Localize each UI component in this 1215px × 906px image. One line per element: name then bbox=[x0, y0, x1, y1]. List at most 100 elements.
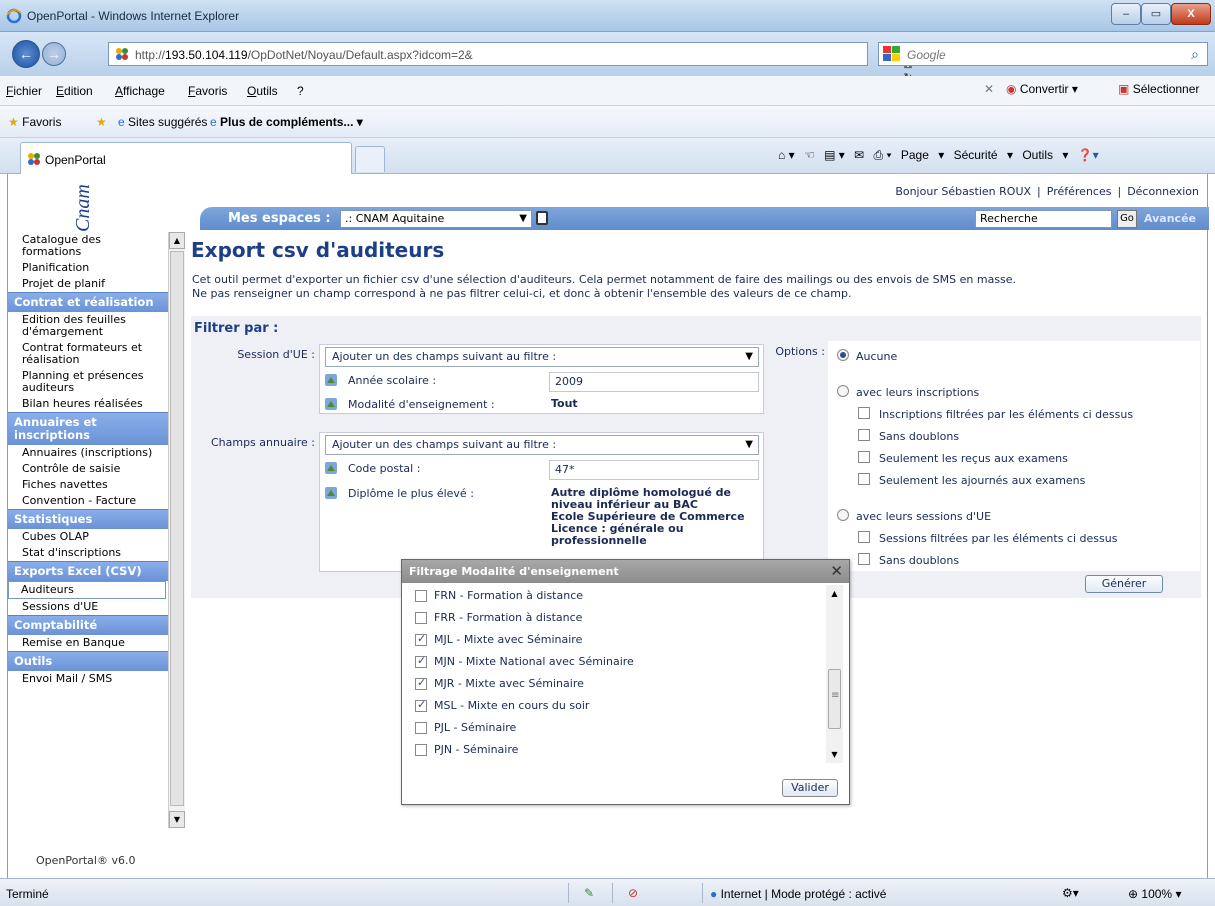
reg-nodup-checkbox[interactable] bbox=[858, 429, 870, 441]
sidebar-section[interactable]: Outils bbox=[8, 651, 168, 671]
sidebar-item[interactable]: Fiches navettes bbox=[8, 477, 168, 493]
diploma-values[interactable]: Autre diplôme homologué de niveau inféri… bbox=[551, 487, 745, 547]
sidebar-section[interactable]: Exports Excel (CSV) bbox=[8, 561, 168, 581]
option-sessions-radio[interactable] bbox=[837, 509, 849, 521]
sidebar-item[interactable]: Cubes OLAP bbox=[8, 529, 168, 545]
search-icon[interactable]: ⌕ bbox=[1191, 46, 1199, 63]
modality-checkbox[interactable] bbox=[415, 722, 427, 734]
reg-passed-checkbox[interactable] bbox=[858, 451, 870, 463]
menu-file[interactable]: Fichier bbox=[6, 84, 42, 98]
search-go-button[interactable]: Go bbox=[1117, 210, 1137, 228]
back-button[interactable]: ← bbox=[12, 40, 40, 68]
sidebar-item[interactable]: Envoi Mail / SMS bbox=[8, 671, 168, 687]
modality-checkbox[interactable] bbox=[415, 698, 427, 712]
sidebar-item[interactable]: Annuaires (inscriptions) bbox=[8, 445, 168, 461]
reg-failed-checkbox[interactable] bbox=[858, 473, 870, 485]
menu-favorites[interactable]: Favoris bbox=[188, 84, 227, 98]
menu-help[interactable]: ? bbox=[297, 84, 304, 98]
favorites-button[interactable]: ★ Favoris bbox=[8, 115, 61, 129]
add-favorite-icon[interactable]: ★ bbox=[96, 115, 107, 129]
spaces-select[interactable]: .: CNAM Aquitaine ▼ bbox=[340, 210, 532, 228]
logout-link[interactable]: Déconnexion bbox=[1127, 185, 1199, 198]
menu-edit[interactable]: Edition bbox=[56, 84, 93, 98]
security-zone[interactable]: ● Internet | Mode protégé : activé bbox=[710, 887, 886, 901]
script-icon[interactable]: ✎ bbox=[584, 886, 598, 900]
modality-list-item[interactable]: MSL - Mixte en cours du soir bbox=[409, 695, 819, 717]
close-window-button[interactable]: X bbox=[1171, 3, 1211, 25]
sidebar-item[interactable]: Bilan heures réalisées bbox=[8, 396, 168, 412]
suggested-sites-link[interactable]: e Sites suggérés bbox=[118, 115, 207, 129]
hand-icon[interactable]: ☜ bbox=[804, 148, 815, 162]
modality-checkbox[interactable] bbox=[415, 590, 427, 602]
scroll-thumb[interactable] bbox=[170, 251, 184, 806]
remove-filter-icon[interactable] bbox=[324, 461, 338, 475]
scroll-down-icon[interactable]: ▼ bbox=[169, 811, 185, 828]
sidebar-item[interactable]: Edition des feuilles d'émargement bbox=[8, 312, 168, 340]
session-field-select[interactable]: Ajouter un des champs suivant au filtre … bbox=[325, 347, 759, 367]
tab-openportal[interactable]: OpenPortal bbox=[20, 142, 352, 174]
year-input[interactable]: 2009 bbox=[549, 372, 759, 392]
dialog-scrollbar[interactable]: ▲ ▼ bbox=[826, 585, 843, 763]
sess-filtered-checkbox[interactable] bbox=[858, 531, 870, 543]
url-input[interactable]: http://193.50.104.119/OpDotNet/Noyau/Def… bbox=[108, 42, 913, 97]
modality-list-item[interactable]: MJL - Mixte avec Séminaire bbox=[409, 629, 819, 651]
modality-list-item[interactable]: FRR - Formation à distance bbox=[409, 607, 819, 629]
menu-view[interactable]: Affichage bbox=[115, 84, 165, 98]
more-addons-link[interactable]: e Plus de compléments... ▾ bbox=[210, 115, 363, 129]
reg-filtered-checkbox[interactable] bbox=[858, 407, 870, 419]
sidebar-item[interactable]: Planification bbox=[8, 260, 168, 276]
menu-tools[interactable]: Outils bbox=[247, 84, 278, 98]
close-icon[interactable]: ✕ bbox=[830, 562, 843, 580]
modality-checkbox[interactable] bbox=[415, 744, 427, 756]
web-search-input[interactable]: Google ⌕ bbox=[878, 42, 1208, 66]
scroll-up-icon[interactable]: ▲ bbox=[826, 585, 843, 602]
scroll-down-icon[interactable]: ▼ bbox=[826, 746, 843, 763]
postal-input[interactable]: 47* bbox=[549, 460, 759, 480]
generate-button[interactable]: Générer bbox=[1085, 575, 1163, 593]
sidebar-section[interactable]: Annuaires et inscriptions bbox=[8, 412, 168, 445]
option-registrations-radio[interactable] bbox=[837, 385, 849, 397]
modality-checkbox[interactable] bbox=[415, 612, 427, 624]
sidebar-section[interactable]: Comptabilité bbox=[8, 615, 168, 635]
portal-search-input[interactable]: Recherche bbox=[975, 210, 1112, 228]
select-button[interactable]: ▣ Sélectionner bbox=[1118, 82, 1199, 96]
mail-icon[interactable]: ✉ bbox=[854, 148, 864, 162]
modality-value[interactable]: Tout bbox=[551, 398, 578, 410]
sidebar-item[interactable]: Convention - Facture bbox=[8, 493, 168, 509]
scroll-up-icon[interactable]: ▲ bbox=[169, 232, 185, 249]
sidebar-section[interactable]: Statistiques bbox=[8, 509, 168, 529]
remove-filter-icon[interactable] bbox=[324, 373, 338, 387]
feeds-icon[interactable]: ▤ ▾ bbox=[824, 148, 845, 162]
sidebar-item[interactable]: Auditeurs bbox=[8, 581, 166, 599]
scroll-thumb[interactable] bbox=[828, 669, 841, 729]
minimize-button[interactable]: – bbox=[1111, 3, 1141, 25]
sidebar-item[interactable]: Stat d'inscriptions bbox=[8, 545, 168, 561]
modality-checkbox[interactable] bbox=[415, 632, 427, 646]
sidebar-item[interactable]: Projet de planif bbox=[8, 276, 168, 292]
sidebar-item[interactable]: Catalogue des formations bbox=[8, 232, 168, 260]
sess-nodup-checkbox[interactable] bbox=[858, 553, 870, 565]
zoom-level[interactable]: ⊕ 100% ▾ bbox=[1128, 887, 1181, 901]
modality-list-item[interactable]: MJR - Mixte avec Séminaire bbox=[409, 673, 819, 695]
modality-list-item[interactable]: FRN - Formation à distance bbox=[409, 585, 819, 607]
modality-checkbox[interactable] bbox=[415, 676, 427, 690]
preferences-link[interactable]: Préférences bbox=[1047, 185, 1112, 198]
popup-blocked-icon[interactable]: ⊘ bbox=[628, 886, 642, 900]
print-icon[interactable]: ⎙ ▾ bbox=[874, 148, 892, 162]
modality-list-item[interactable]: PJN - Séminaire bbox=[409, 739, 819, 761]
maximize-button[interactable]: ▭ bbox=[1141, 3, 1171, 25]
sidebar-item[interactable]: Contrôle de saisie bbox=[8, 461, 168, 477]
modality-checkbox[interactable] bbox=[415, 654, 427, 668]
home-icon[interactable]: ⌂ ▾ bbox=[778, 148, 795, 162]
advanced-search-link[interactable]: Avancée bbox=[1144, 212, 1196, 225]
page-menu[interactable]: Page ▾ bbox=[901, 148, 944, 162]
help-icon[interactable]: ❓▾ bbox=[1078, 148, 1099, 162]
zoom-settings-icon[interactable]: ⚙▾ bbox=[1062, 886, 1079, 900]
close-toolbar-icon[interactable]: ✕ bbox=[984, 82, 994, 96]
new-tab-button[interactable] bbox=[355, 146, 385, 172]
modality-list-item[interactable]: PJL - Séminaire bbox=[409, 717, 819, 739]
sidebar-section[interactable]: Contrat et réalisation bbox=[8, 292, 168, 312]
tools-menu[interactable]: Outils ▾ bbox=[1022, 148, 1068, 162]
validate-button[interactable]: Valider bbox=[782, 779, 838, 797]
option-none-radio[interactable] bbox=[837, 349, 849, 361]
